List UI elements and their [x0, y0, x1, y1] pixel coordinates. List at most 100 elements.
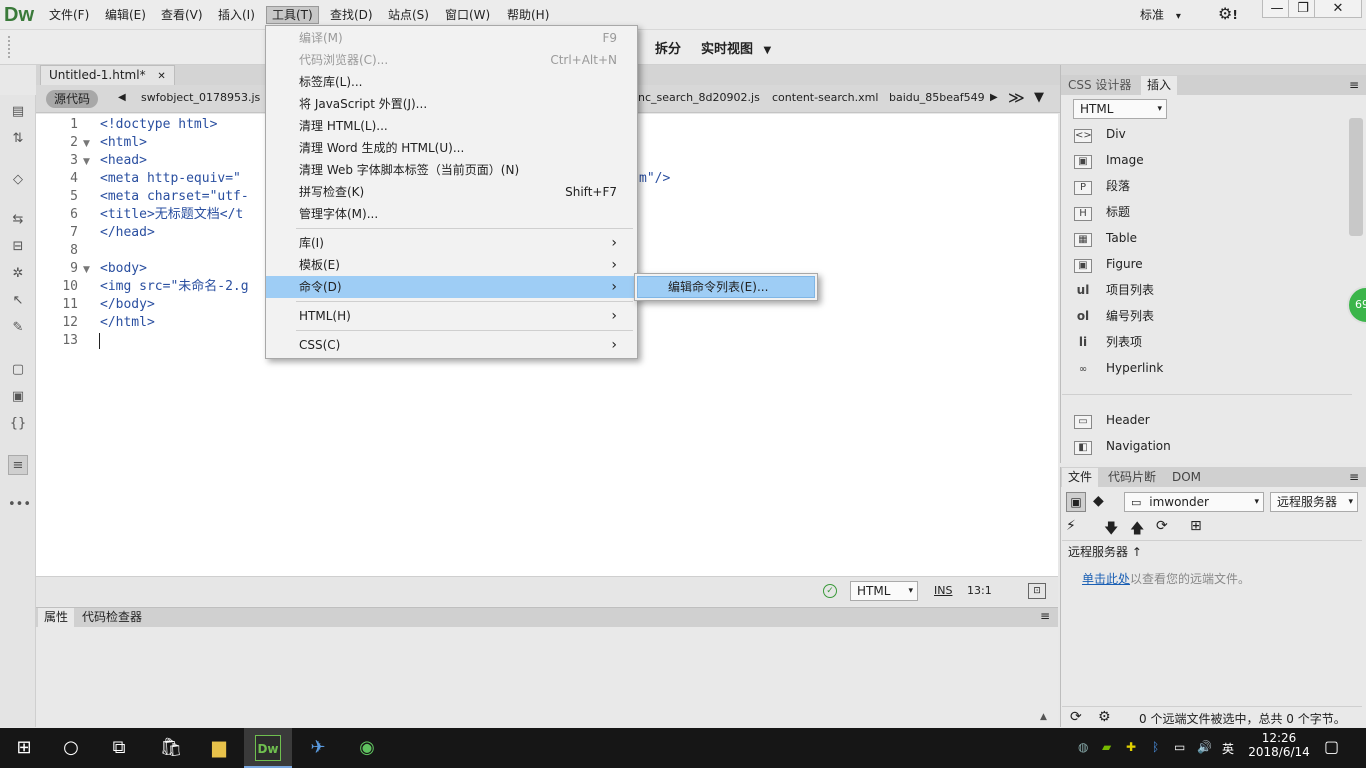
- more-files-icon[interactable]: ≫: [1008, 88, 1025, 107]
- menu-help[interactable]: 帮助(H): [502, 6, 554, 24]
- related-file[interactable]: nc_search_8d20902.js: [638, 91, 760, 104]
- menu-item-library[interactable]: 库(I) ›: [266, 232, 637, 254]
- menu-item-externalize-js[interactable]: 将 JavaScript 外置(J)...: [266, 93, 637, 115]
- expand-view-icon[interactable]: ⊞: [1190, 518, 1202, 534]
- insert-div[interactable]: <> Div: [1074, 124, 1126, 144]
- document-tab[interactable]: Untitled-1.html* ✕: [40, 65, 175, 85]
- menu-file[interactable]: 文件(F): [44, 6, 94, 24]
- menu-item-cleanup-html[interactable]: 清理 HTML(L)...: [266, 115, 637, 137]
- insert-header[interactable]: ▭ Header: [1074, 410, 1150, 430]
- notification-icon[interactable]: ▢: [1324, 737, 1339, 756]
- insert-panel-scrollbar[interactable]: [1349, 118, 1363, 236]
- tab-files[interactable]: 文件: [1062, 468, 1099, 487]
- insert-table[interactable]: ▦ Table: [1074, 228, 1137, 248]
- menu-item-commands[interactable]: 命令(D) ›: [266, 276, 637, 298]
- tab-css-designer[interactable]: CSS 设计器: [1062, 76, 1137, 95]
- menu-item-cleanup-web-fonts[interactable]: 清理 Web 字体脚本标签（当前页面）(N): [266, 159, 637, 181]
- remove-comment-icon[interactable]: ▣: [8, 387, 28, 407]
- menu-item-edit-command-list[interactable]: 编辑命令列表(E)...: [637, 276, 815, 298]
- menu-edit[interactable]: 编辑(E): [100, 6, 151, 24]
- tray-icon[interactable]: ◍: [1078, 740, 1088, 754]
- select-parent-tag-icon[interactable]: ⊟: [8, 237, 28, 257]
- remote-server-column-header[interactable]: 远程服务器 ↑: [1068, 543, 1142, 560]
- menu-item-manage-fonts[interactable]: 管理字体(M)...: [266, 203, 637, 225]
- tab-insert[interactable]: 插入: [1141, 76, 1178, 95]
- insert-ordered-list[interactable]: ol 编号列表: [1074, 306, 1154, 326]
- log-icon[interactable]: ⚙: [1098, 709, 1111, 725]
- source-code-button[interactable]: 源代码: [46, 90, 99, 108]
- expand-all-icon[interactable]: ⇆: [8, 210, 28, 230]
- line-numbers-icon[interactable]: ↖: [8, 291, 28, 311]
- window-size-icon[interactable]: ⊡: [1028, 583, 1046, 599]
- menu-view[interactable]: 查看(V): [156, 6, 208, 24]
- insert-hyperlink[interactable]: ∞ Hyperlink: [1074, 358, 1163, 378]
- workspace-layout-select[interactable]: 标准 ▾: [1140, 6, 1181, 23]
- dreamweaver-taskbar-icon[interactable]: Dw: [255, 735, 281, 761]
- panel-menu-icon[interactable]: ≡: [1349, 78, 1359, 92]
- server-view-select[interactable]: 远程服务器 ▾: [1270, 492, 1358, 512]
- site-select[interactable]: ▭ imwonder ▾: [1124, 492, 1264, 512]
- live-view-button[interactable]: 实时视图 ▼: [701, 38, 771, 57]
- browser-taskbar-icon[interactable]: ✈: [305, 735, 331, 761]
- collapse-arrow-icon[interactable]: ▲: [1040, 712, 1047, 722]
- apply-comment-icon[interactable]: ▢: [8, 360, 28, 380]
- wrap-tag-icon[interactable]: {}: [8, 414, 28, 434]
- panel-menu-icon[interactable]: ≡: [1349, 470, 1359, 484]
- menu-item-spell-check[interactable]: 拼写检查(K) Shift+F7: [266, 181, 637, 203]
- highlight-invalid-icon[interactable]: ✎: [8, 318, 28, 338]
- menu-item-tag-library[interactable]: 标签库(L)...: [266, 71, 637, 93]
- insert-heading[interactable]: H 标题: [1074, 202, 1130, 222]
- site-icon[interactable]: ▣: [1066, 492, 1086, 512]
- no-errors-icon[interactable]: ✓: [823, 584, 837, 598]
- insert-paragraph[interactable]: P 段落: [1074, 176, 1130, 196]
- menu-item-html[interactable]: HTML(H) ›: [266, 305, 637, 327]
- nvidia-icon[interactable]: ▰: [1102, 740, 1111, 754]
- file-explorer-icon[interactable]: ▆: [206, 735, 232, 761]
- insert-mode-indicator[interactable]: INS: [934, 584, 952, 597]
- refresh-icon[interactable]: ⟳: [1156, 518, 1168, 534]
- insert-list-item[interactable]: li 列表项: [1074, 332, 1142, 352]
- cortana-search-icon[interactable]: ○: [58, 735, 84, 761]
- clock[interactable]: 12:26 2018/6/14: [1244, 731, 1314, 759]
- menu-find[interactable]: 查找(D): [325, 6, 378, 24]
- fold-arrow-icon[interactable]: ▼: [83, 265, 90, 275]
- fold-arrow-icon[interactable]: ▼: [83, 157, 90, 167]
- disconnect-icon[interactable]: ⚡: [1066, 518, 1076, 534]
- task-view-icon[interactable]: ⧉: [106, 735, 132, 761]
- menu-item-templates[interactable]: 模板(E) ›: [266, 254, 637, 276]
- collapse-tag-icon[interactable]: ◇: [8, 170, 28, 190]
- insert-figure[interactable]: ▣ Figure: [1074, 254, 1143, 274]
- open-documents-icon[interactable]: ▤: [8, 102, 28, 122]
- scroll-right-icon[interactable]: ▶: [990, 92, 998, 103]
- menu-item-cleanup-word-html[interactable]: 清理 Word 生成的 HTML(U)...: [266, 137, 637, 159]
- toolbar-grip[interactable]: [8, 36, 10, 58]
- file-management-icon[interactable]: ⇅: [8, 129, 28, 149]
- tab-snippets[interactable]: 代码片断: [1102, 468, 1162, 487]
- close-window-button[interactable]: ✕: [1314, 0, 1362, 18]
- related-file[interactable]: swfobject_0178953.js: [141, 91, 260, 104]
- menu-item-css[interactable]: CSS(C) ›: [266, 334, 637, 356]
- app-taskbar-icon[interactable]: ◉: [354, 735, 380, 761]
- document-type-select[interactable]: HTML ▾: [850, 581, 918, 601]
- settings-gear-icon[interactable]: ⚙!: [1218, 4, 1238, 23]
- windows-start-icon[interactable]: ⊞: [11, 735, 37, 761]
- refresh-icon[interactable]: ⟳: [1070, 709, 1082, 725]
- related-file[interactable]: content-search.xml: [772, 91, 878, 104]
- git-icon[interactable]: ◆: [1093, 493, 1104, 509]
- menu-window[interactable]: 窗口(W): [440, 6, 495, 24]
- store-icon[interactable]: 🛍: [158, 735, 184, 761]
- bluetooth-icon[interactable]: ᛒ: [1152, 740, 1159, 754]
- split-view-button[interactable]: 拆分: [655, 38, 681, 57]
- tab-properties[interactable]: 属性: [38, 608, 75, 627]
- format-source-icon[interactable]: ≡: [8, 455, 28, 475]
- put-files-icon[interactable]: 🡅: [1130, 518, 1144, 542]
- menu-insert[interactable]: 插入(I): [213, 6, 260, 24]
- insert-unordered-list[interactable]: ul 项目列表: [1074, 280, 1154, 300]
- volume-icon[interactable]: 🔊: [1197, 740, 1212, 754]
- tray-app-icon[interactable]: ✚: [1126, 740, 1136, 754]
- fold-arrow-icon[interactable]: ▼: [83, 139, 90, 149]
- more-tools-icon[interactable]: •••: [8, 495, 31, 515]
- menu-tools[interactable]: 工具(T): [266, 6, 319, 24]
- balance-braces-icon[interactable]: ✲: [8, 264, 28, 284]
- ime-indicator[interactable]: 英: [1222, 740, 1234, 757]
